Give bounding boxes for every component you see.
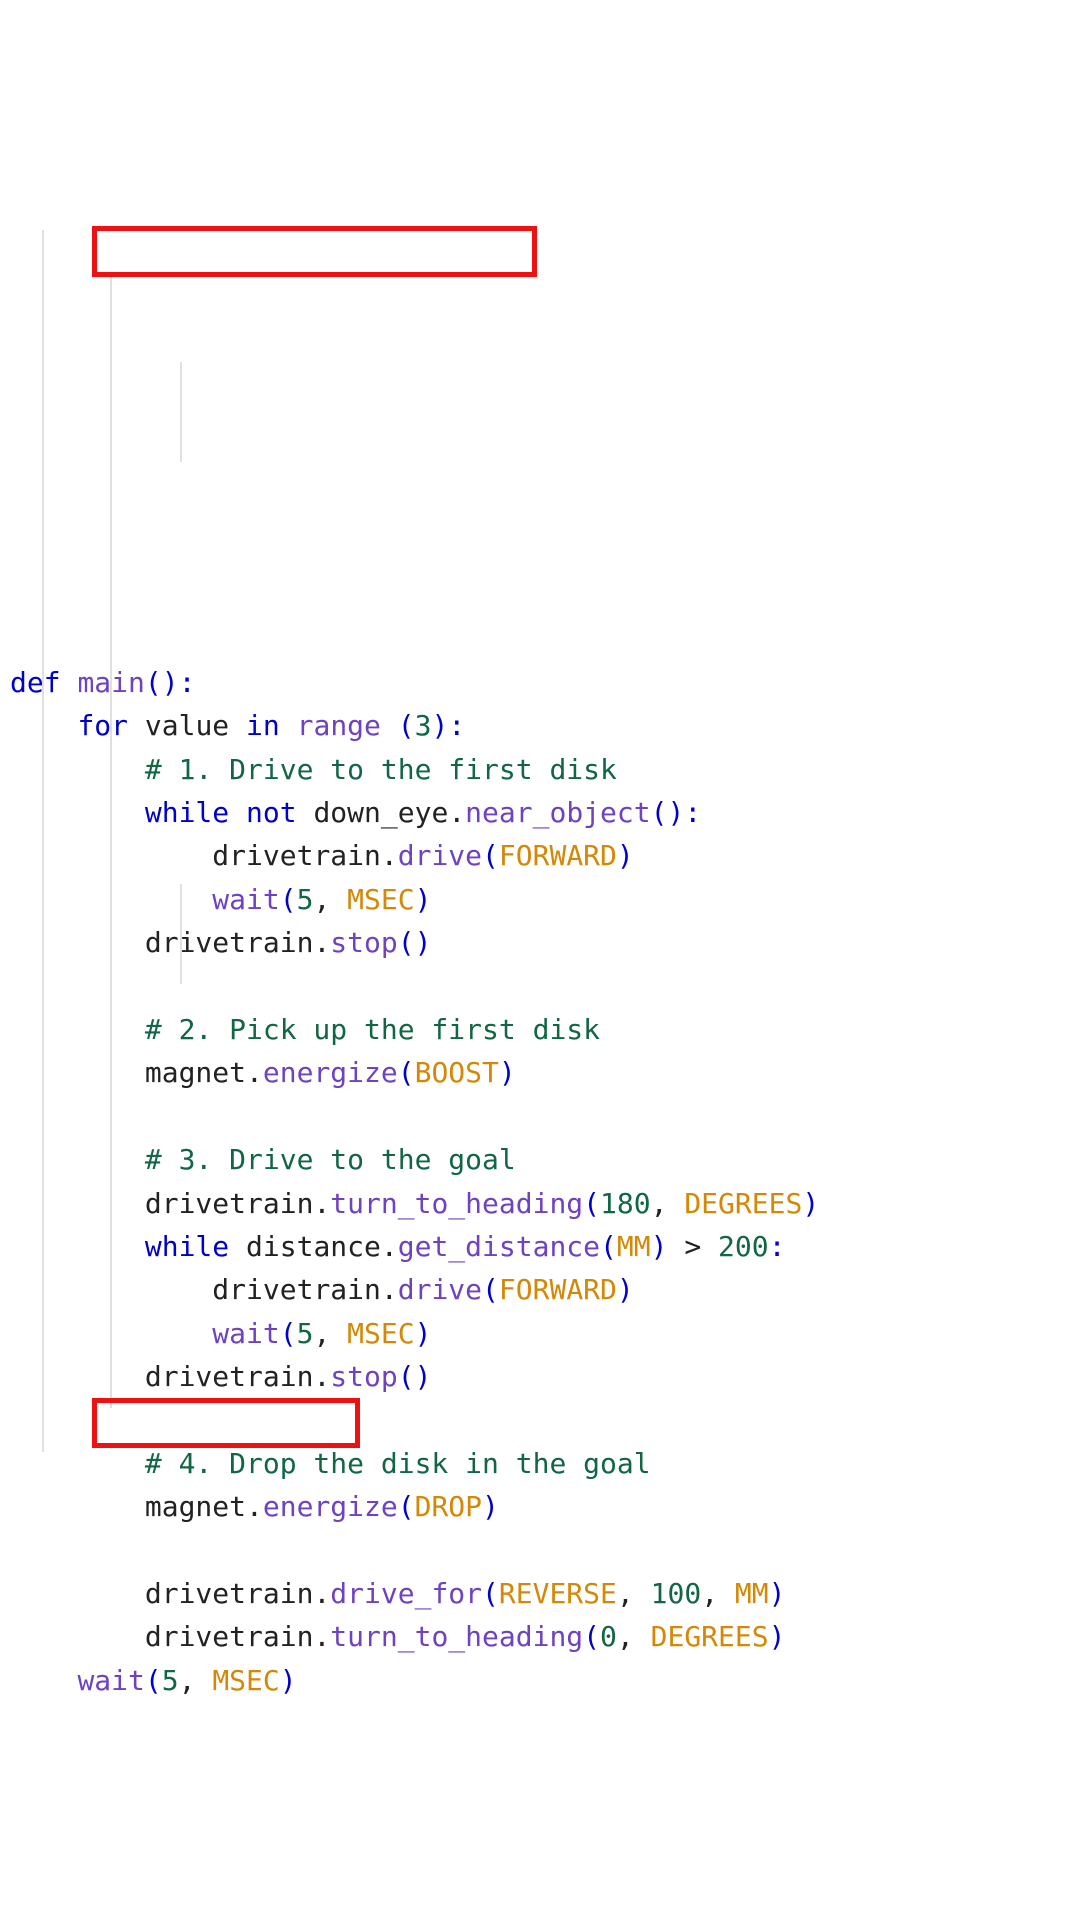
- code-line: magnet.energize(BOOST): [10, 1056, 516, 1089]
- code-line: # 2. Pick up the first disk: [10, 1013, 600, 1046]
- code-line: [10, 1404, 27, 1437]
- indent-guide: [180, 362, 182, 462]
- code-line: magnet.energize(DROP): [10, 1490, 499, 1523]
- highlight-last-wait: [92, 1398, 360, 1448]
- code-line: [10, 1534, 27, 1567]
- code-line: while not down_eye.near_object():: [10, 796, 701, 829]
- code-line: drivetrain.drive(FORWARD): [10, 839, 634, 872]
- code-line: while distance.get_distance(MM) > 200:: [10, 1230, 785, 1263]
- code-line: drivetrain.stop(): [10, 926, 431, 959]
- indent-guide: [180, 884, 182, 984]
- code-line: drivetrain.stop(): [10, 1360, 431, 1393]
- code-line: drivetrain.turn_to_heading(0, DEGREES): [10, 1620, 785, 1653]
- code-line: # 4. Drop the disk in the goal: [10, 1447, 651, 1480]
- code-line: # 1. Drive to the first disk: [10, 753, 617, 786]
- indent-guide: [42, 230, 44, 1452]
- code-block: def main(): for value in range (3): # 1.…: [10, 184, 1078, 1703]
- code-line: drivetrain.drive_for(REVERSE, 100, MM): [10, 1577, 785, 1610]
- code-line: [10, 1100, 27, 1133]
- code-line: wait(5, MSEC): [10, 883, 431, 916]
- code-line: for value in range (3):: [10, 709, 465, 742]
- code-line: wait(5, MSEC): [10, 1664, 297, 1697]
- code-line: wait(5, MSEC): [10, 1317, 431, 1350]
- code-line: # 3. Drive to the goal: [10, 1143, 516, 1176]
- highlight-for-loop: [92, 226, 537, 277]
- code-line: def main():: [10, 666, 195, 699]
- code-line: drivetrain.turn_to_heading(180, DEGREES): [10, 1187, 819, 1220]
- code-line: drivetrain.drive(FORWARD): [10, 1273, 634, 1306]
- code-line: [10, 970, 27, 1003]
- indent-guide: [110, 274, 112, 1408]
